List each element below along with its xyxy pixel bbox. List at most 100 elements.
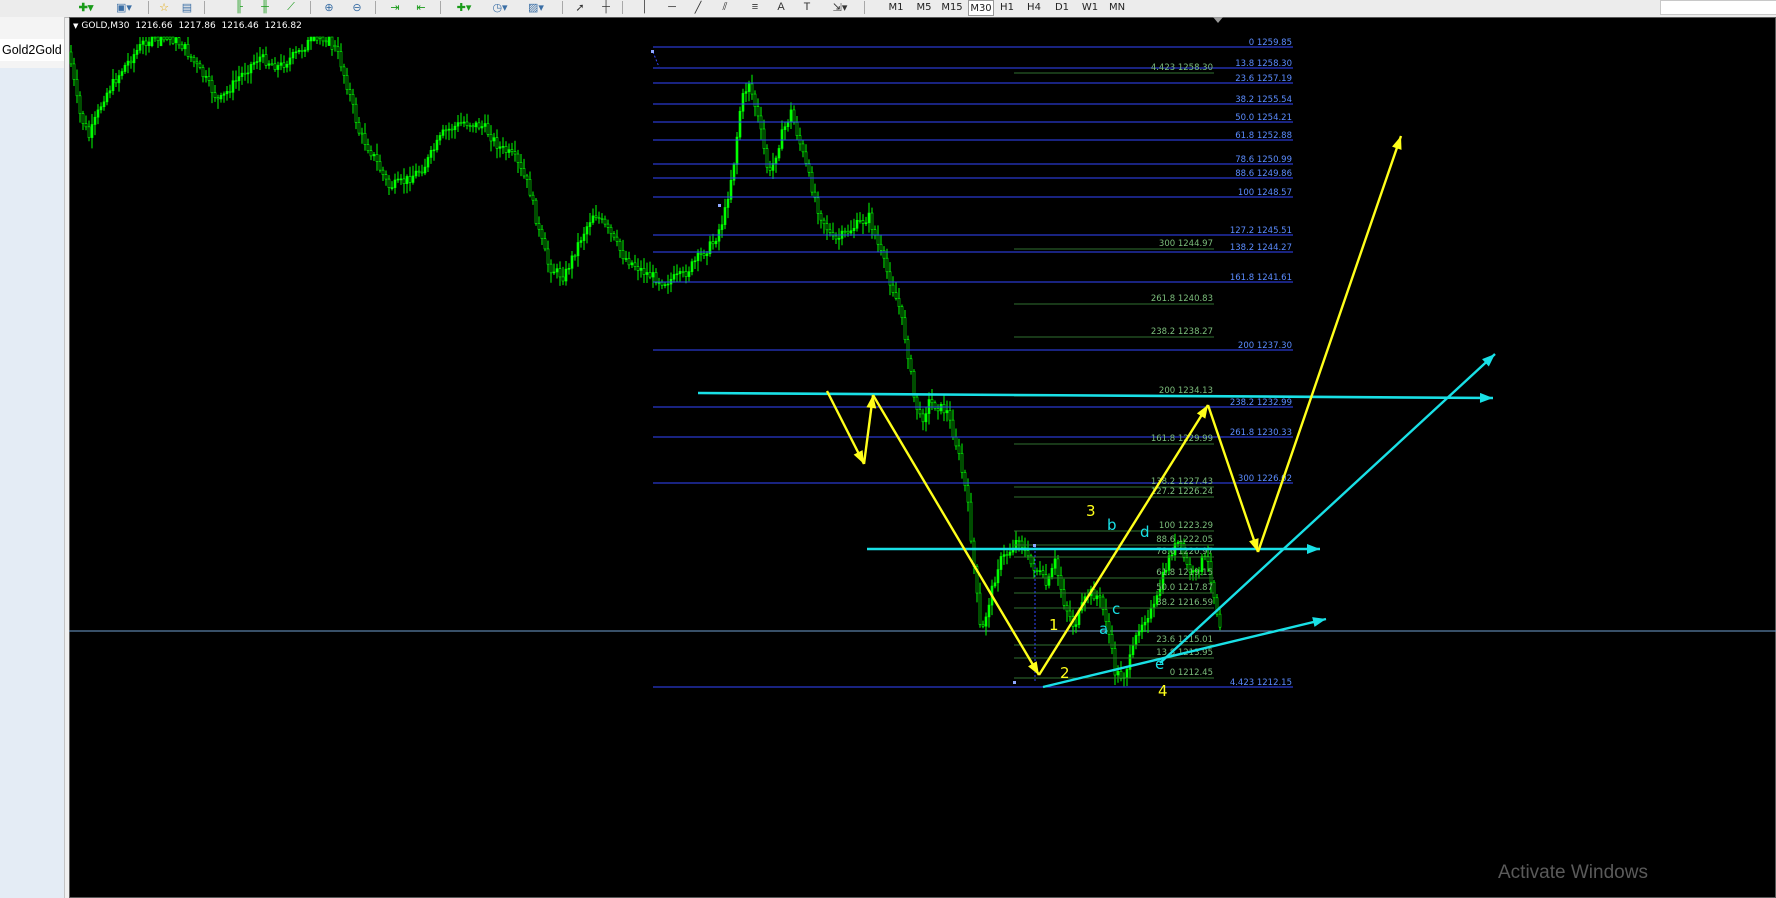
candle-body [126,60,130,66]
candle [447,122,451,141]
periods-button[interactable]: ◷▾ [486,0,514,14]
candle-body [633,262,637,267]
chart-header: ▼ GOLD,M30 1216.66 1217.86 1216.46 1216.8… [73,21,305,31]
chart-tab-gold2gold[interactable]: Gold2Gold [0,39,64,61]
zoom-in-button[interactable]: ⊕ [320,0,338,14]
candle-body [528,179,532,196]
line-chart-icon: ⟋ [287,0,295,13]
candle-body [639,267,643,271]
candle [909,354,913,375]
candle-body [78,95,82,114]
plus-icon: ✚▾ [78,1,94,14]
separator [375,1,376,14]
chart-shift-button[interactable]: ⇤ [412,0,430,14]
candle-body [426,157,430,168]
timeframe-m5-button[interactable]: M5 [912,0,936,14]
candle [606,219,610,234]
candle-body [483,123,487,127]
line-chart-button[interactable]: ⟋ [282,0,300,14]
fibonacci-tool-button[interactable]: ≡ [746,0,764,14]
wave-label-e: e [1155,655,1164,673]
candle-body [375,154,379,162]
candle [825,215,829,241]
candle-body [690,261,694,272]
candle [246,65,250,84]
candle-body [570,255,574,269]
timeframe-h4-button[interactable]: H4 [1022,0,1046,14]
candle-body [630,262,634,266]
arrows-tool-button[interactable]: ⇲▾ [828,0,852,14]
candle [144,37,148,56]
timeframe-w1-button[interactable]: W1 [1078,0,1102,14]
trendline-tool-button[interactable]: ╱ [690,0,706,14]
candle [939,402,943,415]
candle [345,67,349,95]
chart-canvas[interactable]: 0 1259.85 13.8 1258.30 23.6 1257.19 38.2 12… [69,17,1776,898]
templates-dropdown-button[interactable]: ▨▾ [522,0,550,14]
candle-body [468,125,472,127]
timeframe-m15-button[interactable]: M15 [940,0,964,14]
candle [123,62,127,74]
print-button[interactable]: ▣▾ [110,0,138,14]
separator [622,1,623,14]
candle [795,115,799,140]
crosshair-tool-button[interactable]: ┼ [598,0,614,14]
candle-body [750,83,754,95]
favorites-button[interactable]: ☆ [155,0,173,14]
candle [894,281,898,301]
candle-body [327,36,331,46]
text-tool-button[interactable]: A [774,0,788,14]
chart-area[interactable]: 0 1259.85 13.8 1258.30 23.6 1257.19 38.2 12… [69,17,1776,898]
indicators-button[interactable]: ✚▾ [450,0,478,14]
candle-body [276,65,280,70]
timeframe-d1-button[interactable]: D1 [1050,0,1074,14]
candle-body [711,241,715,245]
candle-body [963,472,967,486]
candle-body [675,273,679,276]
wave-label-4: 4 [1158,682,1168,700]
timeframe-mn-button[interactable]: MN [1105,0,1129,14]
candle-body [450,128,454,131]
candle-body [810,171,814,193]
candle-body [93,116,97,125]
candle [876,225,880,252]
timeframe-m30-button[interactable]: M30 [968,0,994,16]
candle-body [852,227,856,231]
zoom-in-icon: ⊕ [324,1,334,14]
candle-body [1143,621,1147,626]
zoom-out-button[interactable]: ⊖ [348,0,366,14]
cyan-arrowhead [1307,544,1320,554]
horizontal-line-tool-button[interactable]: ─ [664,0,680,14]
text-label-tool-button[interactable]: T [800,0,814,14]
candle-body [843,230,847,233]
candle [75,69,79,104]
candle-body [897,298,901,307]
bar-chart-button[interactable]: ╟ [230,0,248,14]
candle [381,166,385,181]
candle-body [441,129,445,136]
chart-shift-marker[interactable] [1213,17,1223,23]
candle [747,80,751,102]
search-input[interactable] [1660,0,1776,15]
candle [375,143,379,171]
new-order-button[interactable]: ✚▾ [72,0,100,14]
candle-body [1038,570,1042,572]
timeframe-m1-button[interactable]: M1 [884,0,908,14]
autoscroll-button[interactable]: ⇥ [386,0,404,14]
candle-body [474,122,478,128]
candle-chart-button[interactable]: ╫ [256,0,274,14]
candle [684,264,688,284]
cursor-tool-button[interactable]: ➚ [572,0,588,14]
channel-tool-button[interactable]: ⫽ [716,0,734,14]
timeframe-h1-button[interactable]: H1 [995,0,1019,14]
vertical-line-tool-button[interactable]: │ [638,0,652,14]
candle-body [609,227,613,235]
candle [171,36,175,45]
candle-body [846,230,850,234]
candle-body [393,179,397,188]
fib-secondary-level-label: 50.0 1217.87 [1156,583,1213,593]
candle-body [96,109,100,118]
candle [297,48,301,55]
templates-button[interactable]: ▤ [178,0,196,14]
candle [369,145,373,161]
